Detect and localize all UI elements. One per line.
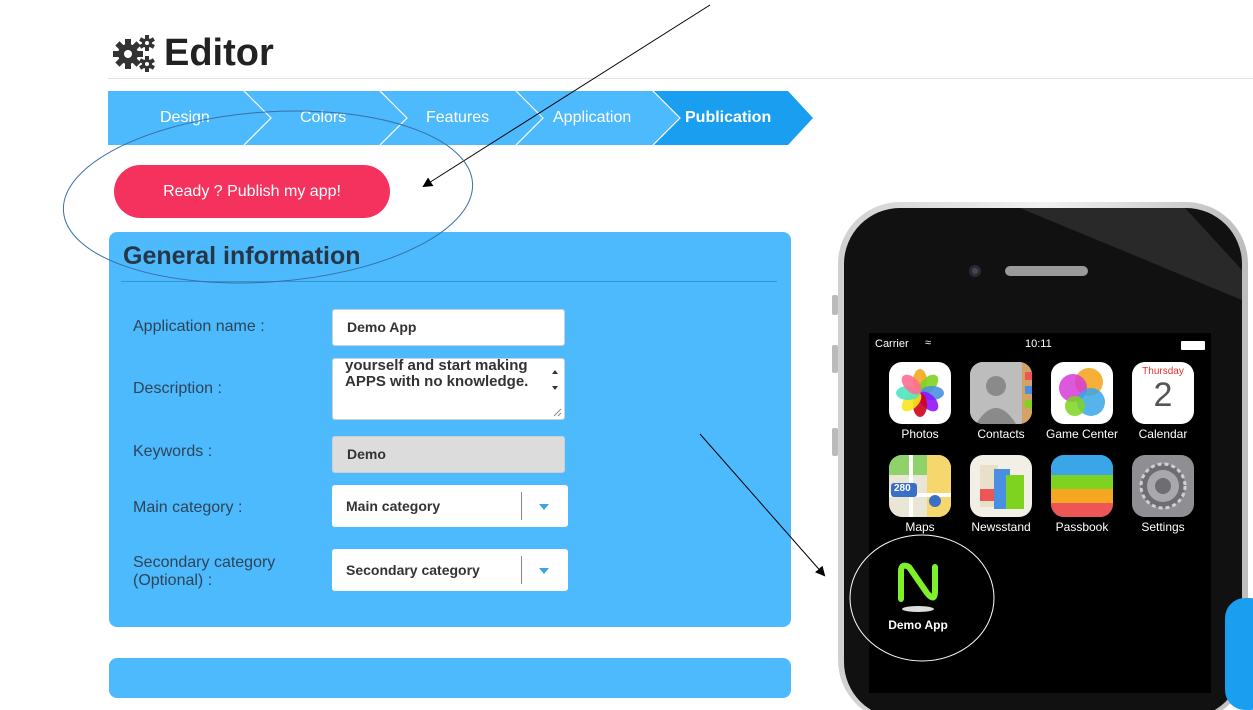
maps-road-badge: 280 <box>894 483 911 494</box>
resize-grip-icon[interactable] <box>552 407 562 417</box>
app-demo-app[interactable]: Demo App <box>878 553 958 632</box>
passbook-icon <box>1051 455 1113 517</box>
step-publication[interactable]: Publication <box>685 91 771 145</box>
general-information-panel: General information Application name : D… <box>109 232 791 627</box>
main-category-label: Main category : <box>133 499 243 516</box>
secondary-category-value: Secondary category <box>346 562 480 578</box>
battery-icon <box>1181 341 1205 350</box>
app-label: Settings <box>1141 520 1185 534</box>
step-navigation: Design Colors Features Application Publi… <box>108 91 813 145</box>
app-name-input[interactable]: Demo App <box>332 309 565 346</box>
app-settings[interactable]: Settings <box>1123 455 1203 534</box>
carrier-label: Carrier <box>875 338 909 350</box>
newsstand-icon <box>970 455 1032 517</box>
next-section-panel <box>109 658 791 698</box>
game-center-icon <box>1051 362 1113 424</box>
calendar-date: 2 <box>1153 376 1173 414</box>
app-passbook[interactable]: Passbook <box>1042 455 1122 534</box>
secondary-category-label: Secondary category (Optional) : <box>133 554 276 589</box>
step-design[interactable]: Design <box>160 91 210 145</box>
editor-header: Editor <box>110 32 274 75</box>
contacts-icon <box>970 362 1032 424</box>
app-label: Newsstand <box>971 520 1031 534</box>
app-game-center[interactable]: Game Center <box>1042 362 1122 441</box>
app-maps[interactable]: 280 Maps <box>880 455 960 534</box>
settings-icon <box>1132 455 1194 517</box>
main-category-value: Main category <box>346 498 441 514</box>
app-label: Calendar <box>1138 427 1188 441</box>
keywords-input[interactable]: Demo <box>332 436 565 473</box>
secondary-category-select[interactable]: Secondary category <box>332 549 568 591</box>
app-photos[interactable]: Photos <box>880 362 960 441</box>
photos-icon <box>889 362 951 424</box>
step-colors[interactable]: Colors <box>300 91 346 145</box>
keywords-label: Keywords : <box>133 443 213 460</box>
step-features[interactable]: Features <box>426 91 489 145</box>
maps-icon: 280 <box>889 455 951 517</box>
app-label: Game Center <box>1045 427 1119 441</box>
gears-icon <box>113 34 155 72</box>
wifi-icon: ≈ <box>925 337 932 349</box>
phone-status-bar: Carrier ≈ 10:11 <box>875 337 1205 354</box>
header-divider <box>108 78 1253 79</box>
calendar-icon: Thursday 2 <box>1132 362 1194 424</box>
step-application[interactable]: Application <box>553 91 631 145</box>
panel-title: General information <box>123 242 361 270</box>
chevron-down-icon[interactable] <box>532 564 556 578</box>
app-contacts[interactable]: Contacts <box>961 362 1041 441</box>
select-divider <box>521 492 522 520</box>
chevron-down-icon[interactable] <box>532 500 556 514</box>
status-time: 10:11 <box>1025 338 1052 350</box>
description-label: Description : <box>133 380 222 397</box>
app-label: Demo App <box>888 618 948 632</box>
app-label: Photos <box>901 427 939 441</box>
description-text: yourself and start making APPS with no k… <box>345 358 529 390</box>
page-title: Editor <box>164 32 274 74</box>
app-label: Maps <box>905 520 935 534</box>
app-newsstand[interactable]: Newsstand <box>961 455 1041 534</box>
app-label: Passbook <box>1055 520 1109 534</box>
description-textarea[interactable]: yourself and start making APPS with no k… <box>332 358 565 420</box>
textarea-scrollbar[interactable] <box>548 361 562 405</box>
app-calendar[interactable]: Thursday 2 Calendar <box>1123 362 1203 441</box>
main-category-select[interactable]: Main category <box>332 485 568 527</box>
demo-app-icon <box>887 553 949 615</box>
app-name-label: Application name : <box>133 318 265 335</box>
publish-app-button[interactable]: Ready ? Publish my app! <box>114 165 390 218</box>
app-label: Contacts <box>977 427 1025 441</box>
panel-title-divider <box>121 281 777 282</box>
select-divider <box>521 556 522 584</box>
